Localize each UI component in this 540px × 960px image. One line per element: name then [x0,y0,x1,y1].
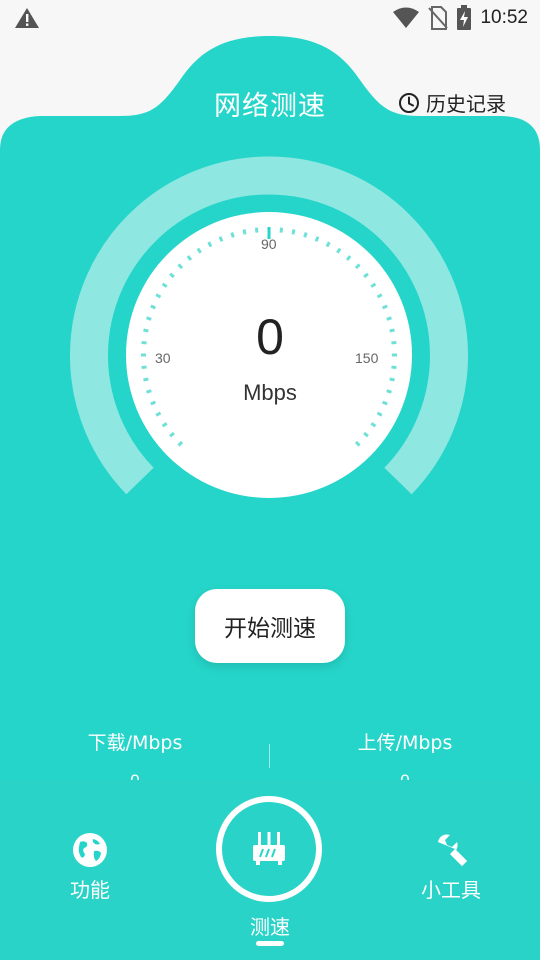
wrench-icon [438,834,467,866]
globe-icon [73,833,107,867]
upload-label: 上传/Mbps [357,732,453,754]
speedtest-screen: 10:52 网络测速 历史记录 90 30 150 0 Mbps 开始测速 下载… [0,0,540,960]
nav-label-speedtest: 测速 [250,915,290,939]
nav-item-features[interactable]: 功能 [50,832,130,903]
stat-divider [269,744,270,768]
battery-charging-icon [457,5,472,30]
speed-unit: Mbps [243,380,297,405]
clock-icon [399,92,419,113]
status-bar: 10:52 [0,0,540,36]
tick-label-30: 30 [155,350,171,366]
download-label: 下载/Mbps [87,732,183,754]
wifi-icon [393,7,420,28]
start-test-button[interactable]: 开始测速 [195,589,345,663]
status-time: 10:52 [480,7,528,28]
nav-label-features: 功能 [70,878,110,902]
router-icon [253,832,285,865]
bottom-nav: 功能 测速 小工具 [0,780,540,960]
history-button[interactable]: 历史记录 [398,88,506,117]
nav-item-tools[interactable]: 小工具 [406,832,496,903]
status-icons: 10:52 [392,4,528,32]
no-sim-icon [428,6,449,30]
tick-label-90: 90 [261,236,277,252]
nav-active-indicator [256,941,284,946]
nav-label-tools: 小工具 [421,878,481,902]
warning-icon [15,8,39,28]
speed-value: 0 [256,309,284,365]
history-label: 历史记录 [426,92,506,116]
